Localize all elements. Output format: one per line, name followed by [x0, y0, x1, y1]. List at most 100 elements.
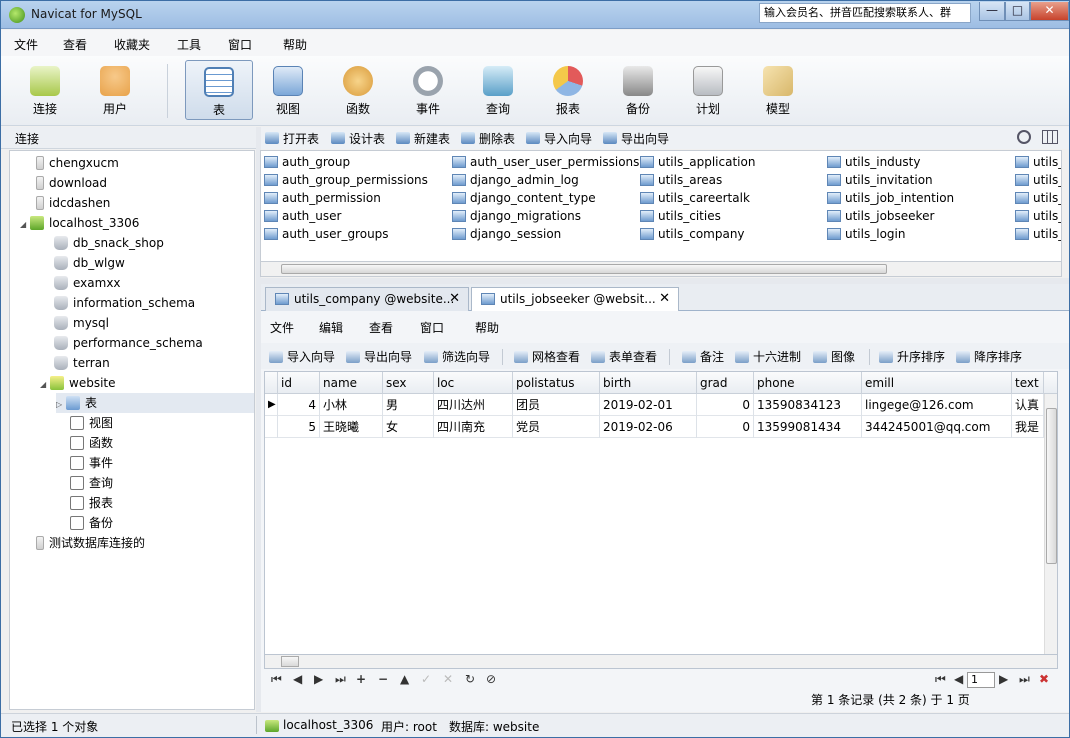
toolbar-event-button[interactable]: 事件: [395, 60, 461, 120]
first-page-icon[interactable]: ⏮: [935, 672, 946, 687]
cell-emill[interactable]: lingege@126.com: [862, 394, 1012, 416]
tree-item-idcdashen[interactable]: idcdashen: [36, 193, 110, 213]
limit-settings-icon[interactable]: ✖: [1039, 672, 1049, 686]
list-item[interactable]: utils_job_intention: [827, 189, 954, 207]
tree-item-events[interactable]: 事件: [70, 453, 113, 473]
cell-grad[interactable]: 0: [697, 394, 754, 416]
collapse-arrow-icon[interactable]: ◢: [20, 215, 30, 235]
last-page-icon[interactable]: ⏭: [1019, 672, 1030, 687]
edit-record-icon[interactable]: ▲: [400, 672, 409, 686]
tree-item-test-connection[interactable]: 测试数据库连接的: [36, 533, 145, 553]
scrollbar-thumb[interactable]: [281, 656, 299, 667]
tab-close-icon[interactable]: ✕: [659, 288, 670, 310]
column-header[interactable]: loc: [434, 372, 513, 394]
first-record-icon[interactable]: ⏮: [271, 672, 282, 687]
minimize-button[interactable]: —: [979, 2, 1005, 21]
tree-item-terran[interactable]: terran: [54, 353, 110, 373]
grid-view-button[interactable]: 网格查看: [514, 348, 580, 365]
column-header[interactable]: emill: [862, 372, 1012, 394]
tree-item-views[interactable]: 视图: [70, 413, 113, 433]
prev-page-icon[interactable]: ◀: [954, 672, 963, 686]
toolbar-function-button[interactable]: 函数: [325, 60, 391, 120]
column-header[interactable]: grad: [697, 372, 754, 394]
maximize-button[interactable]: □: [1005, 2, 1030, 21]
delete-table-button[interactable]: 删除表: [461, 130, 515, 147]
toolbar-backup-button[interactable]: 备份: [605, 60, 671, 120]
tree-item-db-snack-shop[interactable]: db_snack_shop: [54, 233, 164, 253]
list-item[interactable]: auth_user_groups: [264, 225, 389, 243]
column-header[interactable]: birth: [600, 372, 697, 394]
tree-item-information-schema[interactable]: information_schema: [54, 293, 195, 313]
grid-view-icon[interactable]: [1042, 130, 1058, 144]
cell-name[interactable]: 小林: [320, 394, 383, 416]
toolbar-view-button[interactable]: 视图: [255, 60, 321, 120]
menu-help[interactable]: 帮助: [283, 36, 307, 53]
column-header[interactable]: text: [1012, 372, 1044, 394]
tree-item-chengxucm[interactable]: chengxucm: [36, 153, 119, 173]
grid-horizontal-scrollbar[interactable]: [264, 655, 1058, 669]
cell-polistatus[interactable]: 党员: [513, 416, 600, 438]
toolbar-table-button[interactable]: 表: [185, 60, 253, 120]
table-row[interactable]: 5 王晓曦 女 四川南充 党员 2019-02-06 0 13599081434…: [265, 416, 1057, 438]
list-item[interactable]: auth_group_permissions: [264, 171, 428, 189]
editor-menu-view[interactable]: 查看: [369, 319, 393, 336]
cell-phone[interactable]: 13590834123: [754, 394, 862, 416]
list-item[interactable]: auth_group: [264, 153, 350, 171]
tree-item-download[interactable]: download: [36, 173, 107, 193]
search-icon[interactable]: [1017, 130, 1031, 144]
scrollbar-thumb[interactable]: [1046, 408, 1057, 564]
page-number-input[interactable]: 1: [967, 672, 995, 688]
cell-phone[interactable]: 13599081434: [754, 416, 862, 438]
cell-birth[interactable]: 2019-02-01: [600, 394, 697, 416]
new-table-button[interactable]: 新建表: [396, 130, 450, 147]
list-item[interactable]: utils_company: [640, 225, 745, 243]
list-item[interactable]: utils_areas: [640, 171, 722, 189]
list-item[interactable]: auth_user_user_permissions: [452, 153, 639, 171]
list-item[interactable]: utils_login: [827, 225, 905, 243]
list-item[interactable]: django_admin_log: [452, 171, 579, 189]
sort-asc-button[interactable]: 升序排序: [879, 348, 945, 365]
prev-record-icon[interactable]: ◀: [293, 672, 302, 686]
editor-menu-file[interactable]: 文件: [270, 319, 294, 336]
tree-item-reports[interactable]: 报表: [70, 493, 113, 513]
tree-item-localhost[interactable]: ◢ localhost_3306: [20, 213, 139, 233]
list-item[interactable]: utils_careertalk: [640, 189, 750, 207]
list-item[interactable]: django_session: [452, 225, 561, 243]
grid-import-button[interactable]: 导入向导: [269, 348, 335, 365]
discard-changes-icon[interactable]: ✕: [443, 672, 453, 686]
tree-item-website[interactable]: ◢ website: [40, 373, 116, 393]
cell-text[interactable]: 我是: [1012, 416, 1044, 438]
list-item[interactable]: utils_: [1015, 153, 1061, 171]
menu-window[interactable]: 窗口: [228, 36, 252, 53]
editor-menu-window[interactable]: 窗口: [420, 319, 444, 336]
expand-arrow-icon[interactable]: ▷: [56, 395, 66, 415]
tree-item-performance-schema[interactable]: performance_schema: [54, 333, 203, 353]
cell-text[interactable]: 认真: [1012, 394, 1044, 416]
grid-vertical-scrollbar[interactable]: [1044, 394, 1057, 654]
list-item[interactable]: utils_invitation: [827, 171, 933, 189]
last-record-icon[interactable]: ⏭: [335, 672, 346, 687]
list-item[interactable]: utils_application: [640, 153, 755, 171]
list-item[interactable]: utils_jobseeker: [827, 207, 934, 225]
form-view-button[interactable]: 表单查看: [591, 348, 657, 365]
list-item[interactable]: utils_: [1015, 189, 1061, 207]
grid-export-button[interactable]: 导出向导: [346, 348, 412, 365]
filter-wizard-button[interactable]: 筛选向导: [424, 348, 490, 365]
column-header[interactable]: id: [278, 372, 320, 394]
toolbar-report-button[interactable]: 报表: [535, 60, 601, 120]
toolbar-connect-button[interactable]: 连接: [12, 60, 78, 120]
import-wizard-button[interactable]: 导入向导: [526, 130, 592, 147]
close-button[interactable]: ✕: [1030, 2, 1069, 21]
column-header[interactable]: polistatus: [513, 372, 600, 394]
object-list-scrollbar[interactable]: [260, 262, 1062, 277]
cell-polistatus[interactable]: 团员: [513, 394, 600, 416]
list-item[interactable]: django_content_type: [452, 189, 596, 207]
add-record-icon[interactable]: +: [356, 672, 366, 686]
toolbar-query-button[interactable]: 查询: [465, 60, 531, 120]
tree-item-mysql[interactable]: mysql: [54, 313, 109, 333]
tab-utils-company[interactable]: utils_company @website... ✕: [265, 287, 469, 311]
list-item[interactable]: auth_permission: [264, 189, 381, 207]
column-header[interactable]: phone: [754, 372, 862, 394]
cell-id[interactable]: 4: [278, 394, 320, 416]
tab-close-icon[interactable]: ✕: [449, 288, 460, 310]
